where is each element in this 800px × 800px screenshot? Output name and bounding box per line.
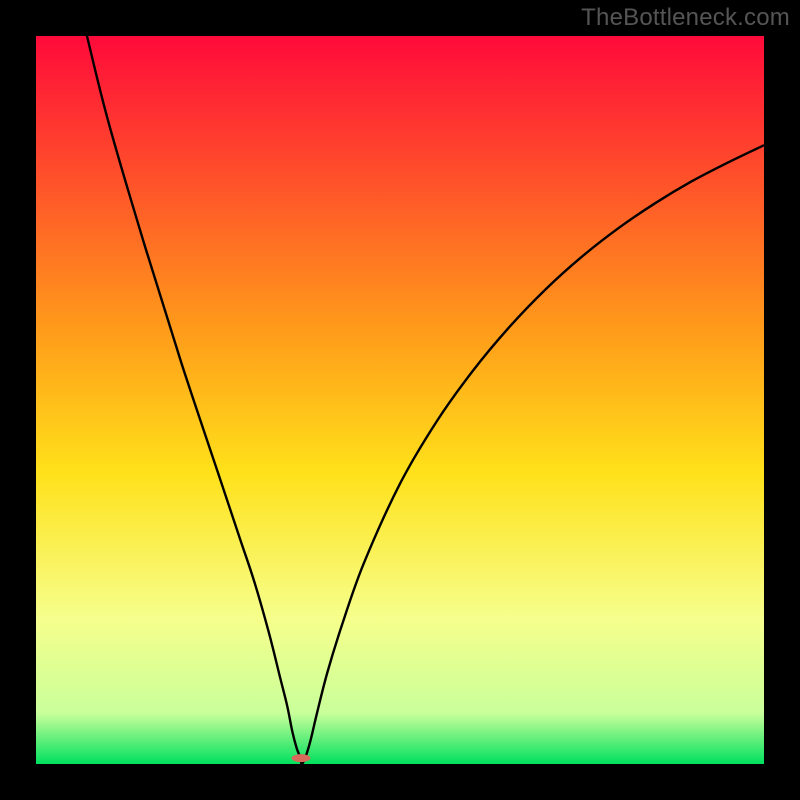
optimal-point-marker <box>292 754 311 762</box>
plot-area <box>36 36 764 764</box>
outer-frame: TheBottleneck.com <box>0 0 800 800</box>
watermark-text: TheBottleneck.com <box>581 4 790 32</box>
chart-svg <box>36 36 764 764</box>
chart-background <box>36 36 764 764</box>
